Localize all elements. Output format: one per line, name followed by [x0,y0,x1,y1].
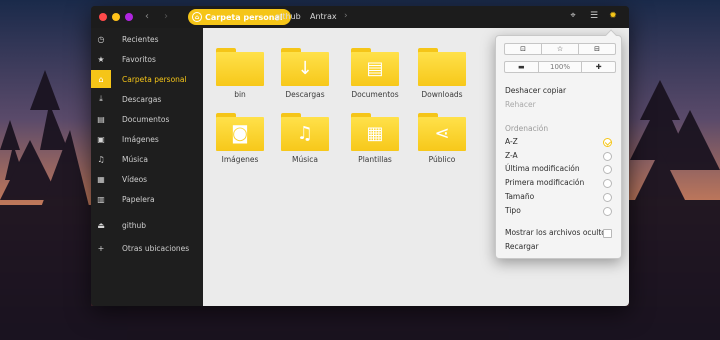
file-name: bin [234,90,246,99]
sort-type-radio[interactable] [603,207,612,216]
sidebar-item-label: Papelera [122,194,155,204]
file-item[interactable]: ▤ Documentos [345,48,405,99]
folder-icon [418,48,466,86]
redo-item: Rehacer [505,100,536,109]
document-icon: ▤ [97,114,105,124]
home-icon: ⌂ [91,70,111,88]
zoom-level[interactable]: 100% [539,62,583,72]
close-button[interactable] [99,13,107,21]
sidebar-item-3[interactable]: ⤓ Descargas [91,90,203,108]
show-hidden-files[interactable]: Mostrar los archivos ocultos [505,228,610,237]
file-name: Plantillas [358,155,392,164]
sidebar-item-label: Carpeta personal [122,74,187,84]
sort-size-radio[interactable] [603,193,612,202]
maximize-button[interactable] [125,13,133,21]
folder-templates-icon: ▦ [351,113,399,151]
sidebar-item-5[interactable]: ▣ Imágenes [91,130,203,148]
sort-first-modified[interactable]: Primera modificación [505,178,584,187]
sidebar-item-2[interactable]: ⌂ Carpeta personal [91,70,203,88]
folder-pictures-icon: ◙ [216,113,264,151]
new-folder-icon[interactable]: ⊡ [505,44,542,54]
breadcrumb-label: Carpeta personal [205,12,283,22]
chevron-right-icon: › [344,11,348,21]
sidebar-item-8[interactable]: ▥ Papelera [91,190,203,208]
star-icon: ★ [97,54,105,64]
gear-icon[interactable]: ✹ [607,11,619,21]
sidebar-item-label: Recientes [122,34,159,44]
folder-download-icon: ↓ [281,48,329,86]
music-icon: ♫ [97,154,105,164]
sidebar-item-label: Vídeos [122,174,148,184]
sort-last-modified-radio[interactable] [603,165,612,174]
sidebar-item-0[interactable]: ◷ Recientes [91,30,203,48]
view-options-menu: ⊡ ☆ ⊟ ▬ 100% ✚ Deshacer copiar Rehacer O… [495,29,622,259]
file-item[interactable]: ♫ Música [275,113,335,164]
folder-documents-icon: ▤ [351,48,399,86]
open-terminal-icon[interactable]: ⊟ [579,44,615,54]
sidebar: ◷ Recientes ★ Favoritos ⌂ Carpeta personal ⤓ De… [91,28,203,306]
file-name: Downloads [421,90,463,99]
sidebar-item-1[interactable]: ★ Favoritos [91,50,203,68]
sidebar-item-label: github [122,220,147,230]
zoom-controls: ▬ 100% ✚ [504,61,616,73]
breadcrumb-antrax[interactable]: Antrax [310,12,337,21]
folder-music-icon: ♫ [281,113,329,151]
download-icon: ⤓ [99,94,103,103]
action-button-row: ⊡ ☆ ⊟ [504,43,616,55]
sidebar-item-label: Otras ubicaciones [122,243,190,253]
sort-header: Ordenación [505,124,549,133]
file-name: Documentos [351,90,399,99]
film-icon: ▦ [97,174,105,184]
folder-icon [216,48,264,86]
show-hidden-checkbox[interactable] [603,229,612,238]
sidebar-item-6[interactable]: ♫ Música [91,150,203,168]
file-item[interactable]: ▦ Plantillas [345,113,405,164]
undo-copy-item[interactable]: Deshacer copiar [505,86,566,95]
sidebar-item-10[interactable]: + Otras ubicaciones [91,239,203,257]
folder-share-icon: ⋖ [418,113,466,151]
file-item[interactable]: ⋖ Público [412,113,472,164]
zoom-out-button[interactable]: ▬ [505,62,539,72]
file-item[interactable]: Downloads [412,48,472,99]
sidebar-item-4[interactable]: ▤ Documentos [91,110,203,128]
back-button[interactable]: ‹ [142,11,152,22]
bookmark-star-icon[interactable]: ☆ [542,44,579,54]
file-item[interactable]: ◙ Imágenes [210,113,270,164]
minimize-button[interactable] [112,13,120,21]
sidebar-item-label: Música [122,154,148,164]
list-view-icon[interactable]: ☰ [588,11,600,21]
sort-last-modified[interactable]: Última modificación [505,164,580,173]
sort-first-modified-radio[interactable] [603,179,612,188]
sidebar-item-7[interactable]: ▦ Vídeos [91,170,203,188]
file-name: Descargas [285,90,325,99]
file-item[interactable]: ↓ Descargas [275,48,335,99]
file-item[interactable]: bin [210,48,270,99]
sidebar-item-label: Favoritos [122,54,156,64]
reload-item[interactable]: Recargar [505,242,539,251]
file-name: Público [428,155,456,164]
sidebar-item-label: Documentos [122,114,170,124]
breadcrumb-github[interactable]: github [275,12,301,21]
sort-a-z[interactable]: A-Z [505,137,518,146]
plus-icon: + [97,243,105,253]
trash-icon: ▥ [97,194,105,204]
sort-a-z-radio[interactable] [603,138,612,147]
sidebar-item-9[interactable]: ⏏ github [91,216,203,234]
sort-z-a-radio[interactable] [603,152,612,161]
forward-button[interactable]: › [161,11,171,22]
sort-size[interactable]: Tamaño [505,192,534,201]
sidebar-item-label: Imágenes [122,134,159,144]
clock-icon: ◷ [97,34,105,44]
home-icon: ⌂ [192,12,202,22]
file-name: Música [292,155,318,164]
header-bar: ‹ › ⌂ Carpeta personal github Antrax › ⌖… [91,6,629,28]
sidebar-item-label: Descargas [122,94,162,104]
drive-icon: ⏏ [97,220,105,230]
image-icon: ▣ [97,134,105,144]
sort-type[interactable]: Tipo [505,206,521,215]
sort-z-a[interactable]: Z-A [505,151,518,160]
zoom-in-button[interactable]: ✚ [582,62,615,72]
location-icon[interactable]: ⌖ [567,11,579,21]
file-name: Imágenes [221,155,259,164]
